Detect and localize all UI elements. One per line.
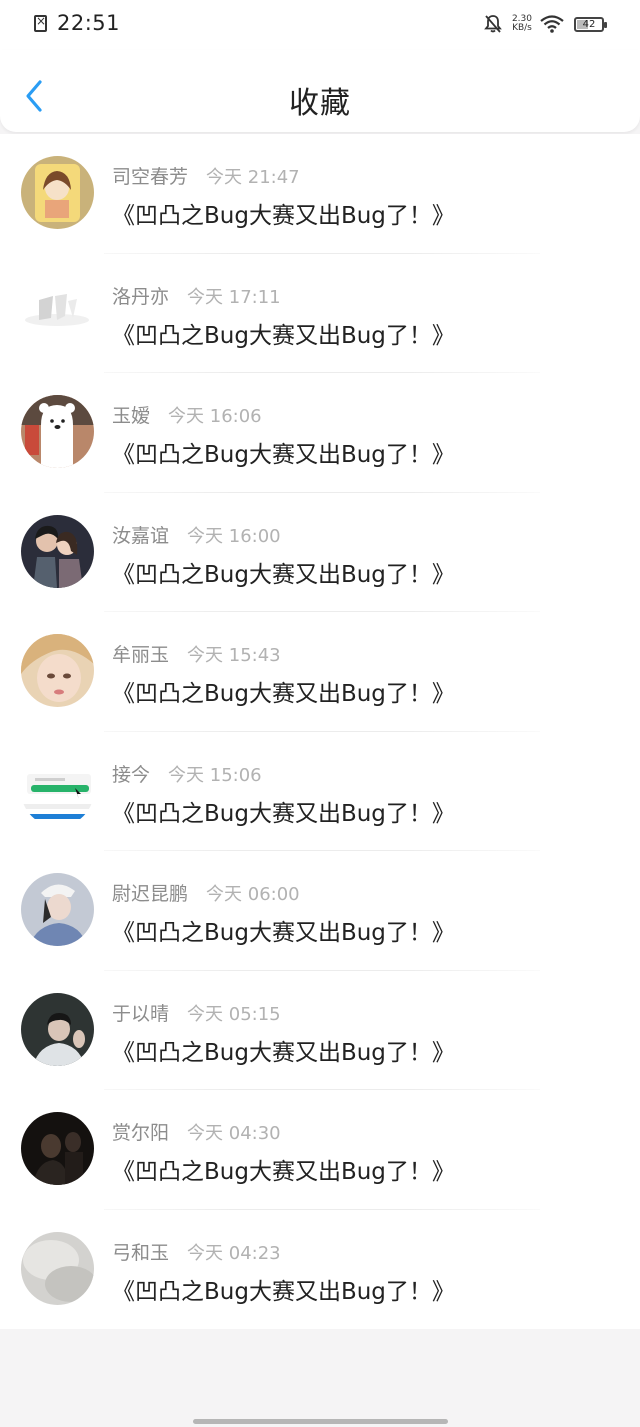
user-name: 赏尔阳 bbox=[112, 1122, 170, 1144]
timestamp: 今天 04:30 bbox=[187, 1123, 281, 1144]
avatar bbox=[21, 753, 94, 827]
timestamp: 今天 04:23 bbox=[187, 1242, 281, 1264]
timestamp: 今天 15:43 bbox=[187, 645, 281, 666]
battery-level: 42 bbox=[582, 18, 596, 30]
timestamp: 今天 16:06 bbox=[168, 406, 262, 427]
bell-muted-icon bbox=[484, 15, 502, 33]
timestamp: 今天 21:47 bbox=[206, 167, 300, 188]
avatar bbox=[21, 514, 94, 588]
avatar bbox=[21, 1112, 94, 1185]
list-item[interactable]: 牟丽玉 今天 15:43 《凹凸之Bug大赛又出Bug了！》 bbox=[0, 612, 640, 732]
timestamp: 今天 15:06 bbox=[168, 764, 262, 786]
list-item[interactable]: 于以晴 今天 05:15 《凹凸之Bug大赛又出Bug了！》 bbox=[0, 971, 640, 1090]
favorite-title: 《凹凸之Bug大赛又出Bug了！》 bbox=[112, 203, 455, 229]
user-name: 玉嫒 bbox=[112, 405, 151, 427]
favorite-title: 《凹凸之Bug大赛又出Bug了！》 bbox=[112, 1039, 455, 1066]
user-name: 弓和玉 bbox=[112, 1241, 170, 1264]
status-bar: 22:51 2.30 KB/s 42 bbox=[0, 0, 640, 50]
avatar bbox=[21, 275, 94, 349]
list-item[interactable]: 赏尔阳 今天 04:30 《凹凸之Bug大赛又出Bug了！》 bbox=[0, 1090, 640, 1210]
user-name: 司空春芳 bbox=[112, 166, 189, 188]
avatar bbox=[21, 1231, 94, 1305]
favorite-title: 《凹凸之Bug大赛又出Bug了！》 bbox=[112, 1278, 455, 1305]
page-title: 收藏 bbox=[289, 86, 351, 121]
favorite-title: 《凹凸之Bug大赛又出Bug了！》 bbox=[112, 1159, 455, 1185]
user-name: 汝嘉谊 bbox=[112, 524, 170, 547]
status-bar-right: 2.30 KB/s 42 bbox=[484, 14, 607, 34]
list-item[interactable]: 尉迟昆鹏 今天 06:00 《凹凸之Bug大赛又出Bug了！》 bbox=[0, 851, 640, 971]
avatar bbox=[21, 634, 94, 707]
user-name: 尉迟昆鹏 bbox=[112, 883, 189, 905]
favorite-title: 《凹凸之Bug大赛又出Bug了！》 bbox=[112, 800, 455, 827]
favorites-list: 司空春芳 今天 21:47 《凹凸之Bug大赛又出Bug了！》 洛丹亦 今天 1… bbox=[0, 134, 640, 1329]
favorite-title: 《凹凸之Bug大赛又出Bug了！》 bbox=[112, 681, 455, 707]
list-item[interactable]: 汝嘉谊 今天 16:00 《凹凸之Bug大赛又出Bug了！》 bbox=[0, 493, 640, 612]
timestamp: 今天 05:15 bbox=[187, 1003, 281, 1025]
avatar bbox=[21, 992, 94, 1066]
avatar bbox=[21, 156, 94, 229]
app-header: 收藏 bbox=[0, 50, 640, 132]
user-name: 接今 bbox=[112, 763, 151, 786]
list-item[interactable]: 司空春芳 今天 21:47 《凹凸之Bug大赛又出Bug了！》 bbox=[0, 134, 640, 254]
timestamp: 今天 16:00 bbox=[187, 525, 281, 547]
network-speed: 2.30 KB/s bbox=[512, 15, 532, 33]
no-sim-icon bbox=[34, 14, 47, 32]
home-indicator[interactable] bbox=[193, 1419, 448, 1424]
timestamp: 今天 06:00 bbox=[206, 884, 300, 905]
wifi-icon bbox=[540, 15, 564, 33]
user-name: 牟丽玉 bbox=[112, 644, 170, 666]
favorite-title: 《凹凸之Bug大赛又出Bug了！》 bbox=[112, 322, 455, 349]
list-item[interactable]: 玉嫒 今天 16:06 《凹凸之Bug大赛又出Bug了！》 bbox=[0, 373, 640, 493]
favorites-screen: 22:51 2.30 KB/s 42 bbox=[0, 0, 640, 1427]
list-item[interactable]: 弓和玉 今天 04:23 《凹凸之Bug大赛又出Bug了！》 bbox=[0, 1210, 640, 1330]
battery-icon: 42 bbox=[574, 16, 607, 32]
user-name: 洛丹亦 bbox=[112, 285, 170, 308]
favorite-title: 《凹凸之Bug大赛又出Bug了！》 bbox=[112, 920, 455, 946]
clock: 22:51 bbox=[57, 11, 121, 35]
avatar bbox=[21, 873, 94, 946]
network-speed-unit: KB/s bbox=[512, 23, 532, 33]
user-name: 于以晴 bbox=[112, 1002, 170, 1025]
favorite-title: 《凹凸之Bug大赛又出Bug了！》 bbox=[112, 561, 455, 588]
timestamp: 今天 17:11 bbox=[187, 286, 281, 308]
favorite-title: 《凹凸之Bug大赛又出Bug了！》 bbox=[112, 442, 455, 468]
list-item[interactable]: 洛丹亦 今天 17:11 《凹凸之Bug大赛又出Bug了！》 bbox=[0, 254, 640, 373]
status-bar-left: 22:51 bbox=[34, 11, 120, 35]
avatar bbox=[21, 395, 94, 468]
list-item[interactable]: 接今 今天 15:06 《凹凸之Bug大赛又出Bug了！》 bbox=[0, 732, 640, 851]
